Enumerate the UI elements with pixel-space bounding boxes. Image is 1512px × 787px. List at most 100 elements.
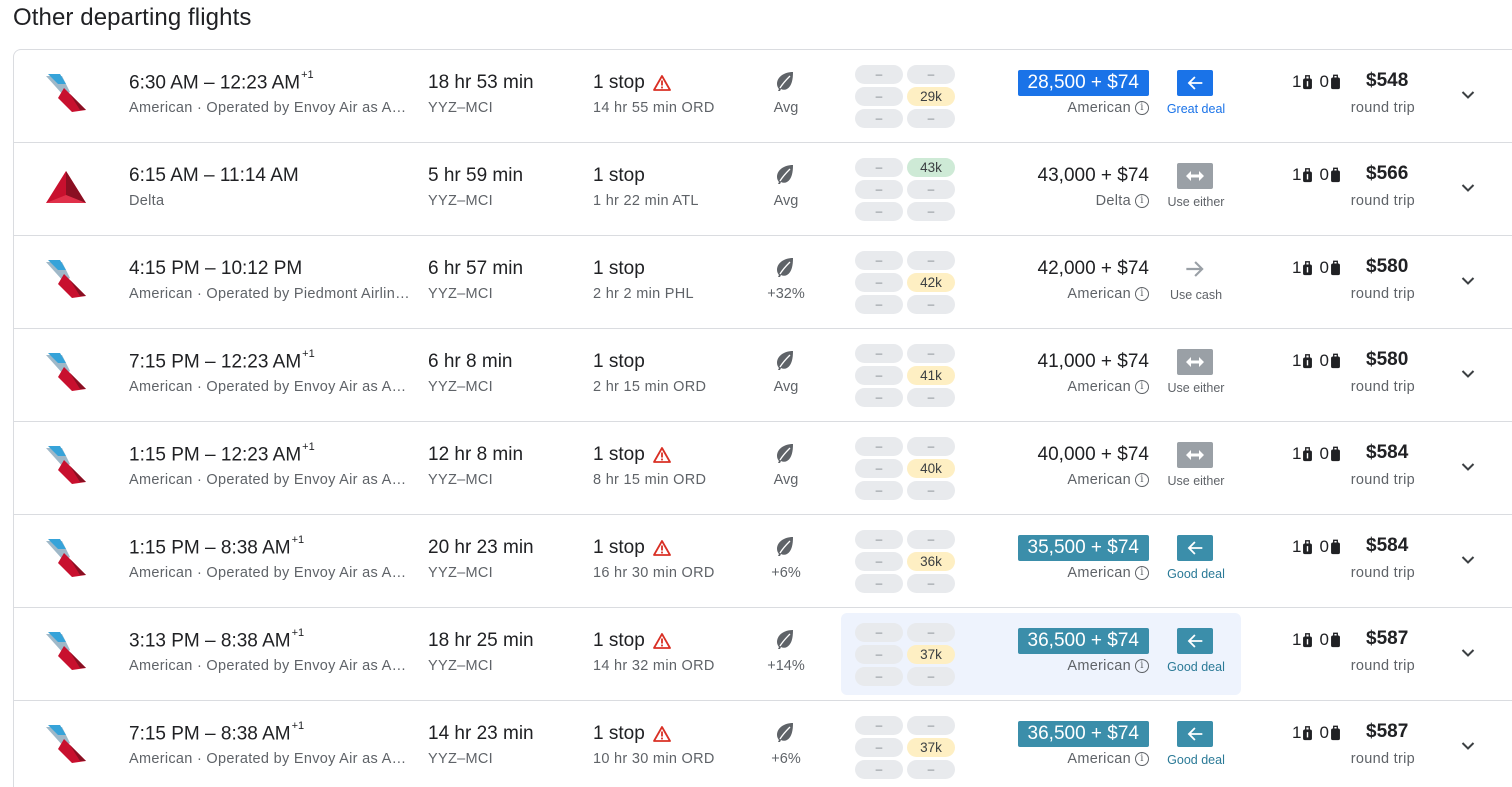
award-pill: 41k bbox=[907, 366, 955, 385]
program-name: American bbox=[1067, 751, 1131, 767]
chevron-down-icon[interactable] bbox=[1454, 548, 1482, 572]
carry-on-bag-icon bbox=[1301, 353, 1319, 369]
emissions-label: Avg bbox=[773, 472, 799, 488]
left-arrow-icon bbox=[1177, 628, 1213, 654]
flight-duration: 12 hr 8 min bbox=[428, 444, 524, 465]
info-icon[interactable]: i bbox=[1135, 194, 1149, 208]
flight-row[interactable]: 1:15 PM – 12:23 AM+1 American · Operated … bbox=[14, 422, 1512, 515]
award-availability-grid: – – –42k – – bbox=[855, 251, 957, 314]
stops-label: 1 stop bbox=[593, 723, 645, 744]
warning-icon[interactable] bbox=[652, 633, 671, 649]
award-pill: – bbox=[855, 437, 903, 456]
program-name: American bbox=[1067, 472, 1131, 488]
day-offset: +1 bbox=[302, 348, 315, 360]
flight-row[interactable]: 7:15 PM – 12:23 AM+1 American · Operated … bbox=[14, 329, 1512, 422]
info-icon[interactable]: i bbox=[1135, 566, 1149, 580]
chevron-down-icon[interactable] bbox=[1454, 641, 1482, 665]
deal-indicator[interactable]: Good deal bbox=[1159, 628, 1233, 688]
route-codes: YYZ–MCI bbox=[428, 472, 493, 488]
route-codes: YYZ–MCI bbox=[428, 658, 493, 674]
left-arrow-icon bbox=[1177, 721, 1213, 747]
stops-count: 1 stop bbox=[593, 630, 671, 652]
departure-time: 6:30 AM bbox=[129, 72, 199, 94]
arrival-time: 10:12 PM bbox=[220, 258, 303, 279]
deal-indicator[interactable]: Good deal bbox=[1159, 535, 1233, 595]
flight-row[interactable]: 6:15 AM – 11:14 AM Delta 5 hr 59 min YYZ–MC… bbox=[14, 143, 1512, 236]
info-icon[interactable]: i bbox=[1135, 287, 1149, 301]
chevron-down-icon[interactable] bbox=[1454, 455, 1482, 479]
award-pill: – bbox=[907, 202, 955, 221]
award-pill: – bbox=[907, 180, 955, 199]
warning-icon[interactable] bbox=[652, 540, 671, 556]
deal-indicator[interactable]: Use either bbox=[1159, 442, 1233, 502]
points-price: 28,500 + $74 bbox=[1017, 70, 1149, 96]
info-icon[interactable]: i bbox=[1135, 659, 1149, 673]
info-icon[interactable]: i bbox=[1135, 380, 1149, 394]
flight-row[interactable]: 4:15 PM – 10:12 PM American · Operated by… bbox=[14, 236, 1512, 329]
stops-count: 1 stop bbox=[593, 537, 671, 559]
leaf-icon bbox=[774, 535, 796, 557]
deal-indicator[interactable]: Use either bbox=[1159, 349, 1233, 409]
carry-on-count: 1 bbox=[1292, 165, 1302, 184]
points-price-box: 42,000 + $74 American i bbox=[1006, 236, 1149, 326]
baggage-info: 10 bbox=[1292, 72, 1347, 92]
award-pill: – bbox=[855, 645, 903, 664]
points-price: 41,000 + $74 bbox=[1037, 351, 1149, 372]
chevron-down-icon[interactable] bbox=[1454, 734, 1482, 758]
award-pill: 42k bbox=[907, 273, 955, 292]
carry-on-bag-icon bbox=[1301, 632, 1319, 648]
route-codes: YYZ–MCI bbox=[428, 100, 493, 116]
flight-duration: 6 hr 8 min bbox=[428, 351, 513, 372]
flight-duration: 14 hr 23 min bbox=[428, 723, 534, 744]
flight-row[interactable]: 1:15 PM – 8:38 AM+1 American · Operated b… bbox=[14, 515, 1512, 608]
flight-times: 4:15 PM – 10:12 PM bbox=[129, 258, 302, 280]
flight-row[interactable]: 3:13 PM – 8:38 AM+1 American · Operated b… bbox=[14, 608, 1512, 701]
deal-label: Use either bbox=[1167, 474, 1225, 488]
carry-on-count: 1 bbox=[1292, 72, 1302, 91]
deal-indicator[interactable]: Great deal bbox=[1159, 70, 1233, 130]
leaf-icon bbox=[774, 70, 796, 92]
deal-indicator[interactable]: Use cash bbox=[1159, 256, 1233, 316]
cash-price: $587 bbox=[1366, 721, 1409, 742]
layover-info: 2 hr 15 min ORD bbox=[593, 379, 707, 395]
points-price-box: 36,500 + $74 American i bbox=[1006, 701, 1149, 787]
deal-indicator[interactable]: Use either bbox=[1159, 163, 1233, 223]
layover-info: 8 hr 15 min ORD bbox=[593, 472, 707, 488]
route-codes: YYZ–MCI bbox=[428, 565, 493, 581]
day-offset: +1 bbox=[301, 69, 314, 81]
award-pill: – bbox=[855, 552, 903, 571]
flight-times: 3:13 PM – 8:38 AM+1 bbox=[129, 627, 304, 652]
layover-info: 14 hr 55 min ORD bbox=[593, 100, 715, 116]
stops-count: 1 stop bbox=[593, 351, 645, 373]
program-name: American bbox=[1067, 565, 1131, 581]
warning-icon[interactable] bbox=[652, 726, 671, 742]
american-airlines-logo bbox=[42, 256, 90, 304]
carry-on-count: 1 bbox=[1292, 258, 1302, 277]
chevron-down-icon[interactable] bbox=[1454, 362, 1482, 386]
carry-on-bag-icon bbox=[1301, 539, 1319, 555]
award-availability-grid: – – –29k – – bbox=[855, 65, 957, 128]
warning-icon[interactable] bbox=[652, 447, 671, 463]
stops-label: 1 stop bbox=[593, 444, 645, 465]
warning-icon[interactable] bbox=[652, 75, 671, 91]
checked-bag-count: 0 bbox=[1319, 630, 1329, 649]
time-separator: – bbox=[199, 258, 221, 279]
info-icon[interactable]: i bbox=[1135, 752, 1149, 766]
points-price: 40,000 + $74 bbox=[1037, 444, 1149, 465]
chevron-down-icon[interactable] bbox=[1454, 176, 1482, 200]
chevron-down-icon[interactable] bbox=[1454, 83, 1482, 107]
info-icon[interactable]: i bbox=[1135, 473, 1149, 487]
carry-on-count: 1 bbox=[1292, 630, 1302, 649]
deal-indicator[interactable]: Good deal bbox=[1159, 721, 1233, 781]
american-airlines-logo bbox=[42, 628, 90, 676]
swap-arrows-icon bbox=[1177, 163, 1213, 189]
airline-name: American · Operated by Envoy Air as Amer… bbox=[129, 472, 414, 488]
departure-time: 3:13 PM bbox=[129, 630, 200, 652]
program-name: American bbox=[1067, 100, 1131, 116]
route-codes: YYZ–MCI bbox=[428, 193, 493, 209]
flight-row[interactable]: 6:30 AM – 12:23 AM+1 American · Operated … bbox=[14, 50, 1512, 143]
flight-row[interactable]: 7:15 PM – 8:38 AM+1 American · Operated b… bbox=[14, 701, 1512, 787]
emissions-label: Avg bbox=[773, 100, 799, 116]
chevron-down-icon[interactable] bbox=[1454, 269, 1482, 293]
info-icon[interactable]: i bbox=[1135, 101, 1149, 115]
